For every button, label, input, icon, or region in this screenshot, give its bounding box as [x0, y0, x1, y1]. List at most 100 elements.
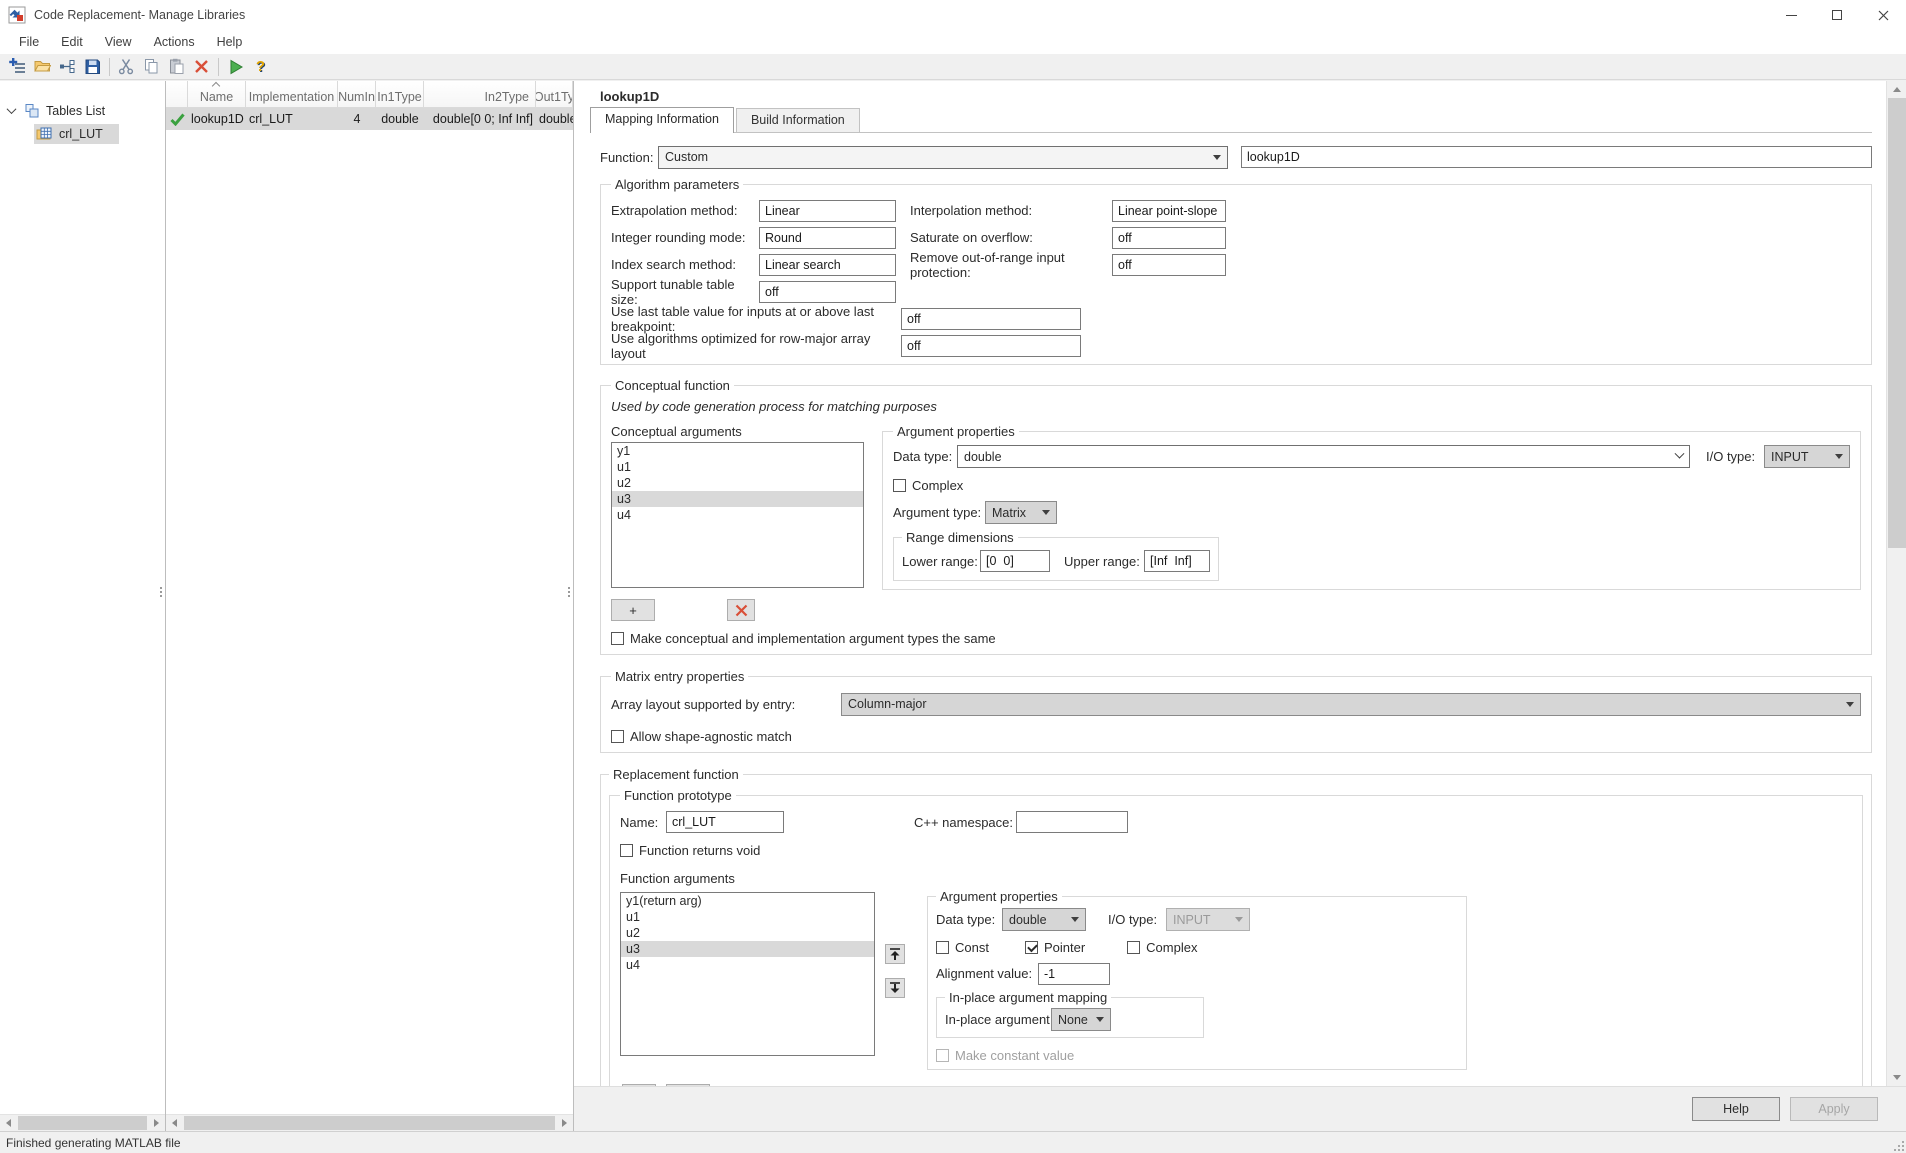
alignment-value-field[interactable]	[1038, 962, 1110, 985]
menu-actions[interactable]: Actions	[143, 32, 206, 52]
lower-range-field[interactable]	[980, 550, 1050, 572]
table-header-numin[interactable]: NumIn	[338, 81, 376, 107]
rounding-label: Integer rounding mode:	[611, 230, 746, 245]
scrollbar-thumb[interactable]	[18, 1116, 147, 1130]
scroll-right-icon[interactable]	[556, 1115, 573, 1131]
scroll-left-icon[interactable]	[166, 1115, 183, 1131]
link-button[interactable]	[55, 55, 80, 78]
move-down-button[interactable]	[885, 978, 905, 998]
left-horizontal-scrollbar[interactable]	[0, 1114, 165, 1131]
menu-help[interactable]: Help	[206, 32, 254, 52]
inplace-argument-combobox[interactable]: None	[1051, 1008, 1111, 1031]
array-layout-combobox[interactable]: Column-major	[841, 692, 1861, 716]
shape-agnostic-checkbox[interactable]	[611, 729, 624, 743]
cut-button[interactable]	[114, 55, 139, 78]
index-search-field[interactable]	[759, 253, 896, 276]
cpp-namespace-field[interactable]	[1016, 811, 1128, 833]
copy-button[interactable]	[139, 55, 164, 78]
const-checkbox[interactable]	[936, 940, 949, 954]
open-button[interactable]	[30, 55, 55, 78]
group-legend: Range dimensions	[906, 530, 1014, 545]
data-type-combobox[interactable]: double	[957, 445, 1690, 468]
resize-grip[interactable]	[1892, 1139, 1904, 1151]
list-item-selected[interactable]: u3	[612, 491, 863, 507]
matrix-entry-properties-group: Matrix entry properties Array layout sup…	[600, 669, 1872, 753]
table-header-name[interactable]: Name	[188, 81, 246, 107]
maximize-button[interactable]	[1814, 0, 1860, 30]
list-item[interactable]: u1	[621, 909, 874, 925]
scroll-down-icon[interactable]	[1887, 1069, 1906, 1086]
scrollbar-thumb[interactable]	[1888, 98, 1906, 548]
menu-edit[interactable]: Edit	[50, 32, 94, 52]
interpolation-field[interactable]	[1112, 199, 1226, 222]
function-combobox[interactable]: Custom	[658, 145, 1228, 169]
list-item-selected[interactable]: u3	[621, 941, 874, 957]
table-header-out1type[interactable]: Out1Ty	[536, 81, 573, 107]
move-up-button[interactable]	[885, 944, 905, 964]
list-item[interactable]: u2	[621, 925, 874, 941]
tree-node-crl-lut[interactable]: crl_LUT	[0, 122, 165, 145]
same-types-checkbox[interactable]	[611, 631, 624, 645]
list-item[interactable]: u2	[612, 475, 863, 491]
saturate-field[interactable]	[1112, 226, 1226, 249]
list-item[interactable]: u4	[612, 507, 863, 523]
minimize-button[interactable]	[1768, 0, 1814, 30]
list-item[interactable]: y1	[612, 443, 863, 459]
io-type-combobox[interactable]: INPUT	[1764, 445, 1850, 468]
rounding-field[interactable]	[759, 226, 896, 249]
table-header-in1type[interactable]: In1Type	[376, 81, 424, 107]
table-row[interactable]: lookup1D crl_LUT 4 double double[0 0; In…	[166, 108, 573, 130]
new-entry-button[interactable]	[5, 55, 30, 78]
scroll-up-icon[interactable]	[1887, 81, 1906, 98]
upper-range-field[interactable]	[1144, 550, 1210, 572]
table-header-status[interactable]	[166, 81, 188, 107]
help-dialog-button[interactable]: Help	[1692, 1097, 1780, 1121]
conceptual-note: Used by code generation process for matc…	[611, 399, 937, 414]
extrapolation-field[interactable]	[759, 199, 896, 222]
group-legend: Matrix entry properties	[615, 669, 745, 684]
tab-mapping-information[interactable]: Mapping Information	[590, 107, 734, 133]
details-vertical-scrollbar[interactable]	[1886, 81, 1906, 1086]
data-type-combobox[interactable]: double	[1002, 908, 1086, 931]
remove-protection-field[interactable]	[1112, 253, 1226, 276]
table-header-implementation[interactable]: Implementation	[246, 81, 338, 107]
chevron-down-icon	[1674, 448, 1685, 459]
row-major-field[interactable]	[901, 334, 1081, 357]
menu-file[interactable]: File	[8, 32, 50, 52]
tree-node-tables-list[interactable]: Tables List	[0, 99, 165, 122]
scroll-right-icon[interactable]	[148, 1115, 165, 1131]
make-constant-label: Make constant value	[955, 1047, 1075, 1063]
conceptual-arguments-list[interactable]: y1 u1 u2 u3 u4	[611, 442, 864, 588]
pointer-checkbox[interactable]	[1024, 940, 1038, 954]
add-conceptual-argument-button[interactable]: +	[611, 599, 655, 621]
menu-view[interactable]: View	[94, 32, 143, 52]
panel-splitter[interactable]	[568, 585, 571, 599]
tunable-field[interactable]	[759, 280, 896, 303]
entry-name-field[interactable]	[1241, 146, 1872, 168]
chevron-down-icon[interactable]	[6, 104, 17, 115]
close-button[interactable]	[1860, 0, 1906, 30]
returns-void-checkbox[interactable]	[620, 843, 633, 857]
complex-checkbox[interactable]	[893, 478, 906, 492]
scroll-left-icon[interactable]	[0, 1115, 17, 1131]
argument-type-combobox[interactable]: Matrix	[985, 501, 1057, 524]
delete-conceptual-argument-button[interactable]	[727, 599, 755, 621]
list-item[interactable]: y1(return arg)	[621, 893, 874, 909]
paste-button[interactable]	[164, 55, 189, 78]
list-item[interactable]: u1	[612, 459, 863, 475]
function-arguments-list[interactable]: y1(return arg) u1 u2 u3 u4	[620, 892, 875, 1056]
run-button[interactable]	[223, 55, 248, 78]
delete-button[interactable]	[189, 55, 214, 78]
table-horizontal-scrollbar[interactable]	[166, 1114, 573, 1131]
replacement-name-field[interactable]	[666, 811, 784, 833]
tab-build-information[interactable]: Build Information	[735, 108, 860, 132]
panel-splitter[interactable]	[160, 585, 163, 599]
last-table-field[interactable]	[901, 307, 1081, 330]
help-button[interactable]	[248, 55, 273, 78]
complex-checkbox[interactable]	[1127, 940, 1141, 954]
conceptual-function-group: Conceptual function Used by code generat…	[600, 378, 1872, 655]
list-item[interactable]: u4	[621, 957, 874, 973]
save-button[interactable]	[80, 55, 105, 78]
scrollbar-thumb[interactable]	[184, 1116, 555, 1130]
table-header-in2type[interactable]: In2Type	[424, 81, 536, 107]
